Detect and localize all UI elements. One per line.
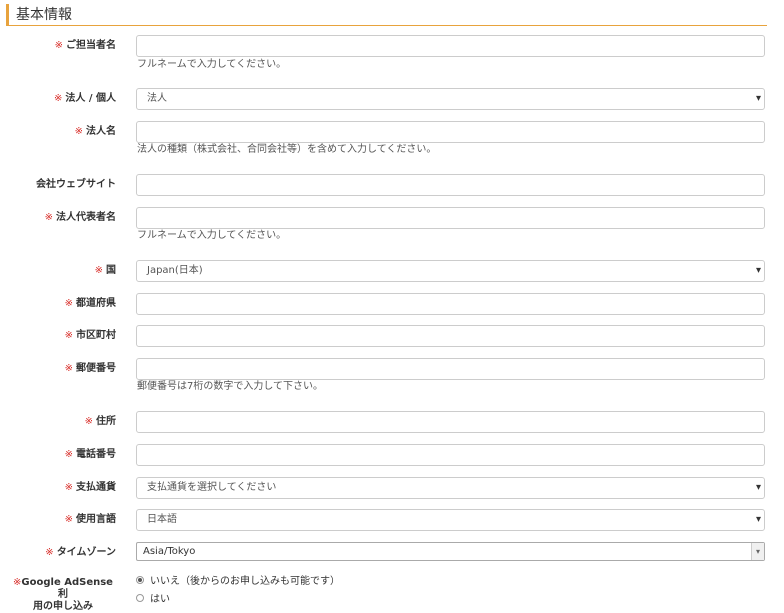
required-mark: ※ [45, 547, 54, 558]
required-mark: ※ [64, 482, 73, 493]
required-mark: ※ [53, 93, 63, 104]
website-input[interactable] [136, 174, 765, 196]
required-mark: ※ [94, 265, 103, 276]
address-input[interactable] [136, 411, 765, 433]
representative-input[interactable] [136, 207, 765, 229]
section-title: 基本情報 [6, 4, 767, 26]
chevron-down-icon[interactable]: ▾ [751, 543, 764, 560]
address-label: ※ 住所 [84, 416, 116, 427]
radio-unselected-icon[interactable] [136, 594, 144, 602]
timezone-value: Asia/Tokyo [143, 546, 196, 557]
required-mark: ※ [64, 449, 73, 460]
timezone-label: ※ タイムゾーン [45, 547, 116, 558]
contact-name-label: ※ ご担当者名 [54, 40, 116, 51]
contact-name-help: フルネームで入力してください。 [137, 59, 287, 70]
company-name-input[interactable] [136, 121, 765, 143]
company-name-help: 法人の種類（株式会社、合同会社等）を含めて入力してください。 [137, 144, 437, 155]
representative-label: ※ 法人代表者名 [44, 212, 116, 223]
contact-name-input[interactable] [136, 35, 765, 57]
prefecture-label: ※ 都道府県 [64, 298, 116, 309]
representative-help: フルネームで入力してください。 [137, 230, 287, 241]
entity-type-select[interactable]: 法人 [136, 88, 765, 110]
adsense-option-yes[interactable]: はい [136, 594, 170, 606]
required-mark: ※ [64, 363, 73, 374]
postal-code-input[interactable] [136, 358, 765, 380]
phone-input[interactable] [136, 444, 765, 466]
required-mark: ※ [44, 212, 53, 223]
city-input[interactable] [136, 325, 765, 347]
required-mark: ※ [74, 126, 83, 137]
timezone-select[interactable]: Asia/Tokyo ▾ [136, 542, 765, 561]
phone-label: ※ 電話番号 [64, 449, 116, 460]
required-mark: ※ [54, 40, 63, 51]
required-mark: ※ [64, 514, 73, 525]
prefecture-input[interactable] [136, 293, 765, 315]
company-name-label: ※ 法人名 [74, 126, 116, 137]
adsense-option-no[interactable]: いいえ（後からのお申し込みも可能です） [136, 576, 340, 588]
currency-select[interactable]: 支払通貨を選択してください [136, 477, 765, 499]
required-mark: ※ [64, 330, 73, 341]
postal-code-help: 郵便番号は7桁の数字で入力して下さい。 [137, 381, 324, 392]
adsense-label: ※Google AdSense 利 用の申し込み [13, 577, 113, 612]
city-label: ※ 市区町村 [64, 330, 116, 341]
required-mark: ※ [64, 298, 73, 309]
entity-type-label: ※ 法人 / 個人 [53, 93, 116, 104]
postal-code-label: ※ 郵便番号 [64, 363, 116, 374]
language-select[interactable]: 日本語 [136, 509, 765, 531]
language-label: ※ 使用言語 [64, 514, 116, 525]
required-mark: ※ [84, 416, 93, 427]
website-label: 会社ウェブサイト [36, 179, 116, 190]
country-label: ※ 国 [94, 265, 116, 276]
radio-selected-icon[interactable] [136, 576, 144, 584]
country-select[interactable]: Japan(日本) [136, 260, 765, 282]
currency-label: ※ 支払通貨 [64, 482, 116, 493]
